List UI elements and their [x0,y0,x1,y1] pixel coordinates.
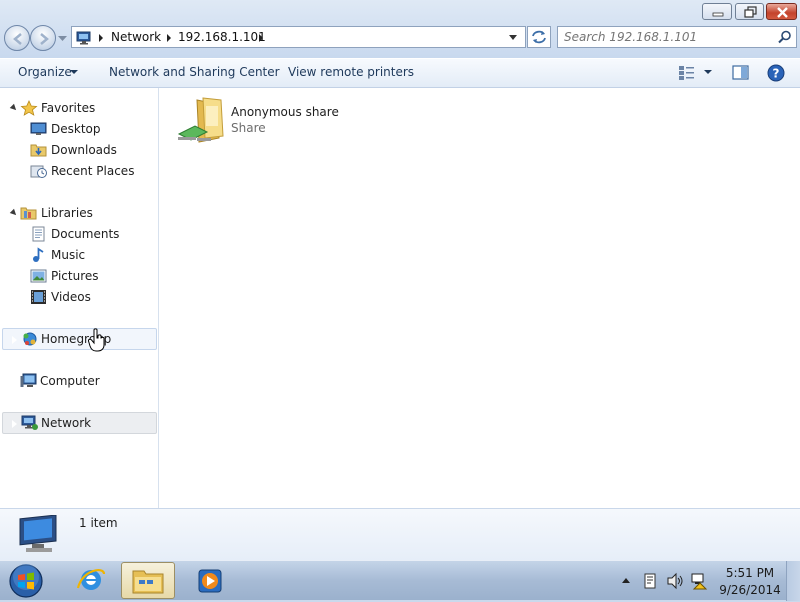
restore-button[interactable] [735,3,764,20]
clock-time[interactable]: 5:51 PM [700,566,800,580]
close-button[interactable] [766,3,797,20]
nav-videos[interactable]: Videos [18,287,148,307]
minimize-button[interactable] [702,3,732,20]
show-desktop-button[interactable] [786,561,800,601]
desktop-icon [30,122,47,135]
media-player-icon [198,569,222,593]
computer-icon [19,515,57,552]
expand-arrow-icon[interactable] [20,292,26,302]
nav-pictures[interactable]: Pictures [18,266,148,286]
network-icon [76,31,91,45]
taskbar-internet-explorer[interactable] [64,562,118,599]
refresh-button[interactable] [527,26,551,48]
help-icon[interactable]: ? [767,64,785,82]
computer-icon [20,373,37,387]
taskbar-media-player[interactable] [183,562,237,599]
nav-documents-label: Documents [51,227,120,241]
expand-arrow-icon[interactable] [20,271,26,281]
nav-recent-places-label: Recent Places [51,164,135,178]
svg-text:?: ? [773,67,780,81]
expand-arrow-icon[interactable] [10,376,16,386]
forward-button[interactable] [30,25,56,51]
item-name: Anonymous share [231,105,339,119]
network-sharing-center-button[interactable]: Network and Sharing Center [109,65,280,79]
homegroup-icon [23,332,37,346]
collapse-arrow-icon[interactable] [9,208,19,218]
item-type: Share [231,121,266,135]
details-pane: 1 item [0,508,800,561]
pictures-icon [30,269,47,283]
downloads-folder-icon [30,144,47,157]
expand-arrow-icon[interactable] [11,419,17,429]
nav-downloads-label: Downloads [51,143,117,157]
more-options-dropdown-icon[interactable] [704,70,712,74]
breadcrumb-separator-icon[interactable] [99,34,103,42]
nav-documents[interactable]: Documents [18,224,148,244]
address-history-dropdown-icon[interactable] [509,35,517,40]
libraries-icon [20,207,37,220]
collapse-arrow-icon[interactable] [9,103,19,113]
breadcrumb-network[interactable]: Network [111,30,161,44]
search-icon[interactable] [778,30,792,44]
star-icon [20,100,38,116]
view-remote-printers-button[interactable]: View remote printers [288,65,414,79]
nav-pictures-label: Pictures [51,269,99,283]
nav-computer[interactable]: Computer [2,371,157,391]
action-center-icon[interactable] [642,572,658,590]
hand-cursor-icon [88,328,105,352]
navigation-pane: Favorites Desktop Downloads Recent Place… [0,88,159,508]
nav-network[interactable]: Network [2,412,157,434]
windows-explorer-icon [132,570,164,594]
nav-music-label: Music [51,248,86,262]
explorer-window: Network 192.168.1.101 Organize Network a… [0,0,800,561]
change-view-icon[interactable] [678,65,696,81]
item-count: 1 item [79,516,118,530]
breadcrumb-separator-icon[interactable] [167,34,171,42]
address-bar[interactable]: Network 192.168.1.101 [71,26,526,48]
refresh-icon [532,30,546,44]
expand-arrow-icon[interactable] [20,229,26,239]
expand-arrow-icon[interactable] [11,335,17,345]
command-bar: Organize Network and Sharing Center View… [0,58,800,88]
music-icon [33,247,44,262]
nav-favorites-label: Favorites [41,101,96,115]
breadcrumb-separator-icon[interactable] [259,34,263,42]
show-hidden-icons-icon[interactable] [622,578,630,583]
nav-computer-label: Computer [40,374,100,388]
list-item[interactable]: Anonymous share Share [177,96,367,144]
taskbar: 5:51 PM 9/26/2014 [0,560,800,601]
preview-pane-icon[interactable] [732,65,750,81]
nav-homegroup[interactable]: Homegroup [2,328,157,350]
file-list: Anonymous share Share [159,88,800,508]
nav-favorites[interactable]: Favorites [8,98,148,118]
volume-icon[interactable] [666,572,684,590]
internet-explorer-icon [76,569,106,590]
clock-date[interactable]: 9/26/2014 [700,583,800,597]
back-button[interactable] [4,25,30,51]
nav-videos-label: Videos [51,290,91,304]
nav-music[interactable]: Music [18,245,148,265]
nav-desktop[interactable]: Desktop [28,119,148,139]
shared-folder-icon [177,97,224,143]
nav-desktop-label: Desktop [51,122,101,136]
recent-pages-dropdown-icon[interactable] [58,36,67,42]
expand-arrow-icon[interactable] [20,250,26,260]
taskbar-windows-explorer[interactable] [121,562,175,599]
videos-icon [31,290,46,304]
breadcrumb-host[interactable]: 192.168.1.101 [178,30,266,44]
documents-icon [32,226,45,242]
nav-downloads[interactable]: Downloads [28,140,148,160]
organize-button[interactable]: Organize [18,65,72,79]
recent-places-icon [30,165,47,178]
nav-recent-places[interactable]: Recent Places [28,161,148,181]
search-input[interactable] [564,29,764,45]
organize-dropdown-icon[interactable] [70,70,78,74]
nav-network-label: Network [41,416,92,430]
start-orb[interactable] [6,563,46,599]
nav-libraries[interactable]: Libraries [8,203,148,223]
nav-libraries-label: Libraries [41,206,93,220]
search-box[interactable] [557,26,797,48]
network-icon [21,415,38,430]
